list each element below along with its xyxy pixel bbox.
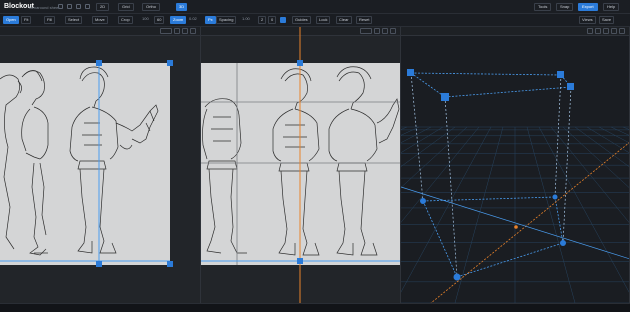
snap-button[interactable]: Snap — [556, 3, 574, 11]
grid-line — [401, 126, 456, 167]
reference-sheet — [201, 63, 400, 265]
views-button[interactable]: Views — [579, 16, 596, 24]
px-button[interactable]: Px — [205, 16, 216, 24]
top-handle[interactable] — [297, 60, 303, 66]
vertical-edges — [410, 72, 572, 278]
origin-point[interactable] — [514, 225, 518, 229]
base-point[interactable] — [453, 273, 461, 281]
save-button[interactable]: Save — [599, 16, 615, 24]
quick-actions — [58, 4, 90, 9]
grid-line — [401, 126, 408, 130]
bottom-handle[interactable] — [96, 261, 102, 267]
redo-icon[interactable] — [67, 4, 72, 9]
base-point[interactable] — [420, 198, 426, 204]
crop-button[interactable]: Crop — [118, 16, 133, 24]
x-axis-guide — [430, 142, 629, 303]
select-button[interactable]: Select — [65, 16, 83, 24]
grid-line — [401, 126, 492, 293]
guides-button[interactable]: Guides — [292, 16, 311, 24]
export-button[interactable]: Export — [578, 3, 598, 11]
corner-handle[interactable] — [441, 93, 449, 101]
size-field[interactable]: 60 — [154, 16, 165, 24]
grid-line — [454, 126, 504, 303]
grid-line — [550, 126, 629, 223]
grid-line — [598, 126, 629, 143]
grid-line — [401, 126, 420, 136]
app-subtitle: Turnaround sheet — [28, 5, 60, 10]
tools-button[interactable]: Tools — [534, 3, 552, 11]
scale-value: 1.00 — [242, 16, 250, 21]
tab-2d[interactable]: 2D — [96, 3, 110, 11]
corner-handle[interactable] — [407, 69, 414, 76]
layers-icon[interactable] — [85, 4, 90, 9]
middle-viewport[interactable] — [201, 27, 401, 303]
help-button[interactable]: Help — [603, 3, 620, 11]
grid-line — [526, 126, 576, 303]
tab-grid[interactable]: Grid — [118, 3, 134, 11]
clear-button[interactable]: Clear — [336, 16, 352, 24]
middle-canvas[interactable] — [201, 27, 401, 303]
bottom-right-handle[interactable] — [167, 261, 173, 267]
tab-3d[interactable]: 3D — [176, 3, 188, 11]
grid-line — [562, 126, 629, 188]
status-bar — [0, 303, 630, 312]
base-point[interactable] — [552, 194, 558, 200]
left-canvas[interactable] — [0, 27, 201, 303]
grid-line — [401, 126, 432, 143]
opacity-value: 100 — [142, 16, 149, 21]
lock-button[interactable]: Lock — [316, 16, 331, 24]
main-toolbar: Open Fit Fill Select Move Crop 100 60 Zo… — [0, 14, 630, 27]
viewport-3d[interactable] — [401, 27, 630, 303]
canvas-3d[interactable] — [401, 27, 630, 303]
base-point[interactable] — [560, 240, 566, 246]
spacing-button[interactable]: Spacing — [216, 16, 237, 24]
fit-button[interactable]: Fit — [21, 16, 32, 24]
count-stepper[interactable]: 2 — [258, 16, 267, 24]
grid-line — [622, 126, 629, 130]
floor-grid — [401, 126, 629, 303]
history-icon[interactable] — [76, 4, 81, 9]
left-viewport[interactable] — [0, 27, 201, 303]
top-right-handle[interactable] — [167, 60, 173, 66]
undo-icon[interactable] — [58, 4, 63, 9]
bounding-box — [410, 72, 572, 278]
corner-handle[interactable] — [567, 83, 574, 90]
fill-button[interactable]: Fill — [44, 16, 56, 24]
tab-ortho[interactable]: Ortho — [142, 3, 161, 11]
open-button[interactable]: Open — [3, 16, 19, 24]
zoom-button[interactable]: Zoom — [170, 16, 187, 24]
bottom-handle[interactable] — [297, 258, 303, 264]
step-value: 0.02 — [189, 16, 197, 21]
top-bar: Blockout Turnaround sheet 2D Grid Ortho … — [0, 0, 630, 14]
corner-handle[interactable] — [557, 71, 564, 78]
offset-stepper[interactable]: 0 — [268, 16, 277, 24]
grid-line — [586, 126, 629, 153]
grid-line — [574, 126, 629, 167]
top-handle[interactable] — [96, 60, 102, 66]
grid-line — [401, 126, 480, 223]
move-button[interactable]: Move — [92, 16, 108, 24]
reset-button[interactable]: Reset — [356, 16, 373, 24]
guides-checkbox[interactable] — [280, 17, 286, 23]
